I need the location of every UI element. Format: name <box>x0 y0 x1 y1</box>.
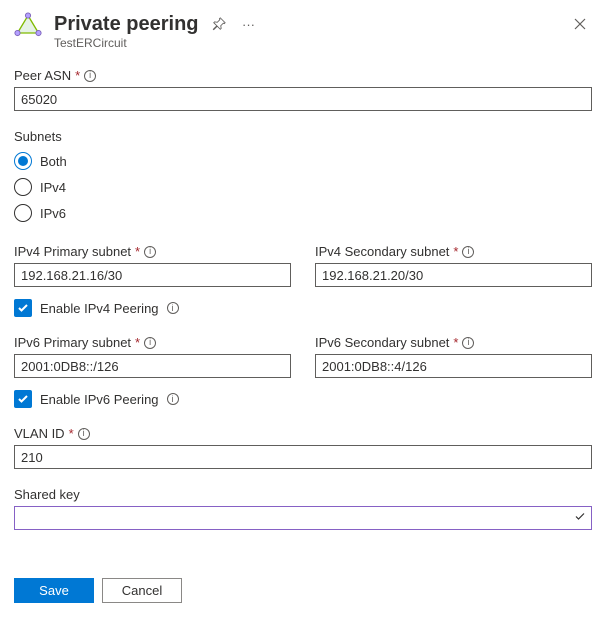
required-marker: * <box>69 426 74 441</box>
subnets-radio-ipv6[interactable]: IPv6 <box>14 200 592 226</box>
ipv6-secondary-label: IPv6 Secondary subnet <box>315 335 449 350</box>
ipv6-primary-field[interactable] <box>14 354 291 378</box>
required-marker: * <box>135 335 140 350</box>
required-marker: * <box>453 335 458 350</box>
close-icon[interactable] <box>568 12 592 36</box>
required-marker: * <box>75 68 80 83</box>
subnets-radio-group: Both IPv4 IPv6 <box>14 148 592 226</box>
radio-label: IPv6 <box>40 206 66 221</box>
info-icon[interactable]: i <box>167 393 179 405</box>
peer-asn-field[interactable] <box>14 87 592 111</box>
ipv4-primary-label: IPv4 Primary subnet <box>14 244 131 259</box>
subnets-radio-ipv4[interactable]: IPv4 <box>14 174 592 200</box>
page-title: Private peering <box>54 13 199 36</box>
radio-label: IPv4 <box>40 180 66 195</box>
ipv6-secondary-field[interactable] <box>315 354 592 378</box>
subnets-radio-both[interactable]: Both <box>14 148 592 174</box>
info-icon[interactable]: i <box>84 70 96 82</box>
peer-asn-label: Peer ASN <box>14 68 71 83</box>
shared-key-label: Shared key <box>14 487 80 502</box>
ipv6-primary-label: IPv6 Primary subnet <box>14 335 131 350</box>
ipv4-primary-field[interactable] <box>14 263 291 287</box>
required-marker: * <box>453 244 458 259</box>
vlan-id-field[interactable] <box>14 445 592 469</box>
cancel-button[interactable]: Cancel <box>102 578 182 603</box>
enable-ipv4-checkbox[interactable] <box>14 299 32 317</box>
info-icon[interactable]: i <box>462 246 474 258</box>
blade-header: Private peering ··· TestERCircuit <box>14 12 592 50</box>
shared-key-field[interactable] <box>14 506 592 530</box>
enable-ipv6-checkbox[interactable] <box>14 390 32 408</box>
required-marker: * <box>135 244 140 259</box>
vlan-id-label: VLAN ID <box>14 426 65 441</box>
enable-ipv4-label: Enable IPv4 Peering <box>40 301 159 316</box>
info-icon[interactable]: i <box>462 337 474 349</box>
subnets-label: Subnets <box>14 129 62 144</box>
more-icon[interactable]: ··· <box>239 14 259 34</box>
enable-ipv6-label: Enable IPv6 Peering <box>40 392 159 407</box>
peering-logo <box>14 12 42 40</box>
info-icon[interactable]: i <box>167 302 179 314</box>
info-icon[interactable]: i <box>144 337 156 349</box>
radio-label: Both <box>40 154 67 169</box>
subtitle: TestERCircuit <box>54 36 592 50</box>
info-icon[interactable]: i <box>144 246 156 258</box>
pin-icon[interactable] <box>209 14 229 34</box>
info-icon[interactable]: i <box>78 428 90 440</box>
ipv4-secondary-label: IPv4 Secondary subnet <box>315 244 449 259</box>
save-button[interactable]: Save <box>14 578 94 603</box>
ipv4-secondary-field[interactable] <box>315 263 592 287</box>
